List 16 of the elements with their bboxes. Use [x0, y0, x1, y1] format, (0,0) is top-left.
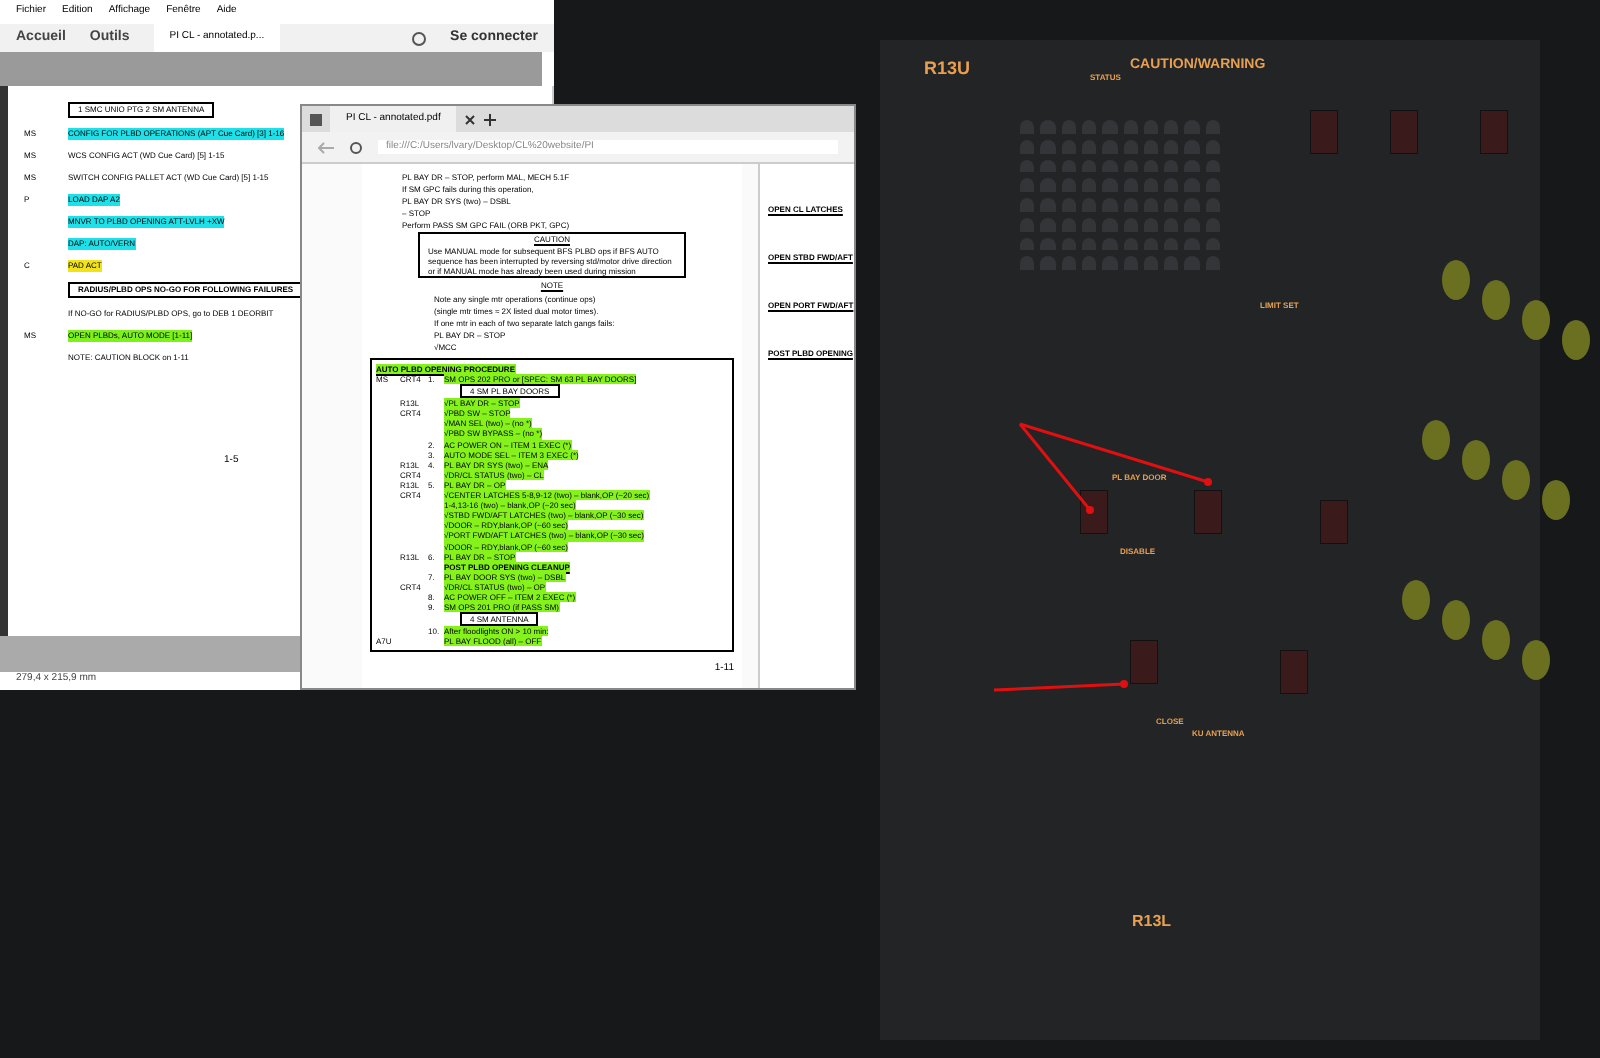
switch-drawing	[1130, 640, 1158, 684]
arrow-drawing	[993, 680, 1128, 692]
switch-drawing	[1080, 490, 1108, 534]
switch-drawing	[1310, 110, 1338, 154]
panel-label: R13U	[924, 56, 971, 82]
switch-drawing	[1320, 500, 1348, 544]
switch-drawing	[1390, 110, 1418, 154]
switch-drawing	[1480, 110, 1508, 154]
new-tab-icon[interactable]	[484, 113, 497, 125]
help-icon[interactable]	[412, 31, 427, 45]
tab-icon[interactable]	[310, 113, 322, 125]
panel-label: R13L	[1132, 910, 1172, 934]
refresh-icon[interactable]	[350, 141, 362, 153]
close-icon[interactable]	[464, 113, 477, 125]
switch-drawing	[1194, 490, 1222, 534]
switch-drawing	[1280, 650, 1308, 694]
